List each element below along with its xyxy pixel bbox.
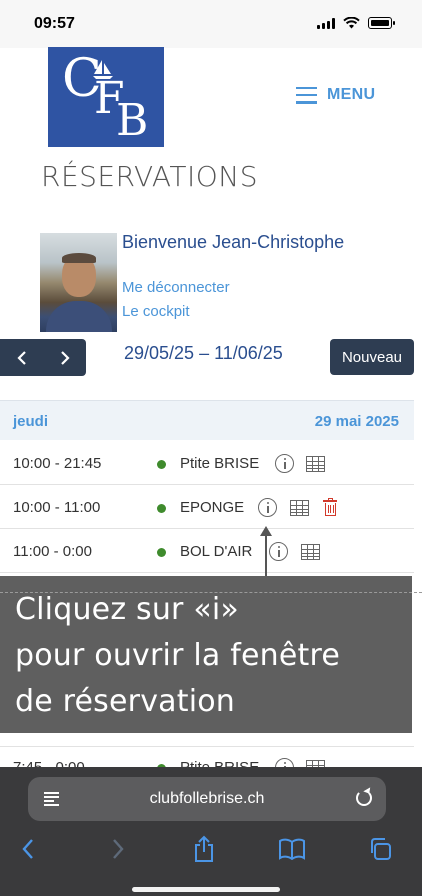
logo-letter-b: B xyxy=(116,95,149,146)
wifi-icon xyxy=(343,17,360,29)
browser-toolbar: clubfollebrise.ch xyxy=(0,767,422,896)
info-icon[interactable] xyxy=(258,498,277,517)
battery-icon xyxy=(368,17,395,29)
calendar-icon[interactable] xyxy=(306,456,325,472)
reload-icon[interactable] xyxy=(356,790,372,806)
info-icon[interactable] xyxy=(275,454,294,473)
reservation-time: 10:00 - 11:00 xyxy=(13,499,101,516)
period-nav xyxy=(0,339,86,376)
home-indicator xyxy=(132,887,280,892)
chevron-left-icon xyxy=(16,350,26,365)
callout-line: de réservation xyxy=(15,684,235,719)
hamburger-icon xyxy=(296,86,317,104)
day-weekday: jeudi xyxy=(13,413,49,430)
boat-name: BOL D'AIR xyxy=(180,543,253,560)
status-icons xyxy=(317,17,395,29)
menu-button[interactable]: MENU xyxy=(296,86,375,104)
callout-line: Cliquez sur «i» xyxy=(15,592,239,627)
address-bar[interactable]: clubfollebrise.ch xyxy=(28,777,386,821)
boat-name: Ptite BRISE xyxy=(180,455,260,472)
share-icon[interactable] xyxy=(190,835,218,863)
annotation-arrow xyxy=(265,531,267,577)
club-logo[interactable]: C F B xyxy=(48,47,164,147)
chevron-right-icon xyxy=(60,350,70,365)
next-period-button[interactable] xyxy=(43,339,86,376)
tabs-icon[interactable] xyxy=(366,835,394,863)
previous-period-button[interactable] xyxy=(0,339,43,376)
welcome-message: Bienvenue Jean-Christophe xyxy=(122,232,345,252)
status-dot xyxy=(157,548,166,557)
tutorial-callout: Cliquez sur «i» pour ouvrir la fenêtre d… xyxy=(0,576,412,733)
reservation-row[interactable]: 11:00 - 0:00 BOL D'AIR xyxy=(0,529,414,573)
forward-icon[interactable] xyxy=(104,835,132,863)
boat-name: EPONGE xyxy=(180,499,245,516)
reservation-time: 10:00 - 21:45 xyxy=(13,455,102,472)
reservation-row[interactable]: 10:00 - 11:00 EPONGE xyxy=(0,485,414,529)
status-bar: 09:57 xyxy=(0,0,422,48)
bookmarks-icon[interactable] xyxy=(278,835,306,863)
delete-icon[interactable] xyxy=(323,498,337,516)
menu-label: MENU xyxy=(327,86,376,103)
status-dot xyxy=(157,460,166,469)
status-dot xyxy=(157,504,166,513)
status-time: 09:57 xyxy=(34,15,75,32)
cockpit-link[interactable]: Le cockpit xyxy=(122,303,190,320)
reservation-row[interactable]: 10:00 - 21:45 Ptite BRISE xyxy=(0,441,414,485)
date-range: 29/05/25 – 11/06/25 xyxy=(124,343,283,363)
avatar xyxy=(40,233,117,332)
reservation-time: 11:00 - 0:00 xyxy=(13,543,92,560)
logout-link[interactable]: Me déconnecter xyxy=(122,279,230,296)
calendar-icon[interactable] xyxy=(301,544,320,560)
calendar-icon[interactable] xyxy=(290,500,309,516)
new-reservation-button[interactable]: Nouveau xyxy=(330,339,414,375)
day-date: 29 mai 2025 xyxy=(314,413,399,430)
callout-line: pour ouvrir la fenêtre xyxy=(15,638,340,673)
guide-line xyxy=(0,592,422,593)
info-icon[interactable] xyxy=(269,542,288,561)
back-icon[interactable] xyxy=(14,835,42,863)
url-text: clubfollebrise.ch xyxy=(149,790,265,807)
day-header: jeudi 29 mai 2025 xyxy=(0,400,414,440)
cellular-signal-icon xyxy=(317,17,335,29)
page-title: RÉSERVATIONS xyxy=(41,160,258,193)
